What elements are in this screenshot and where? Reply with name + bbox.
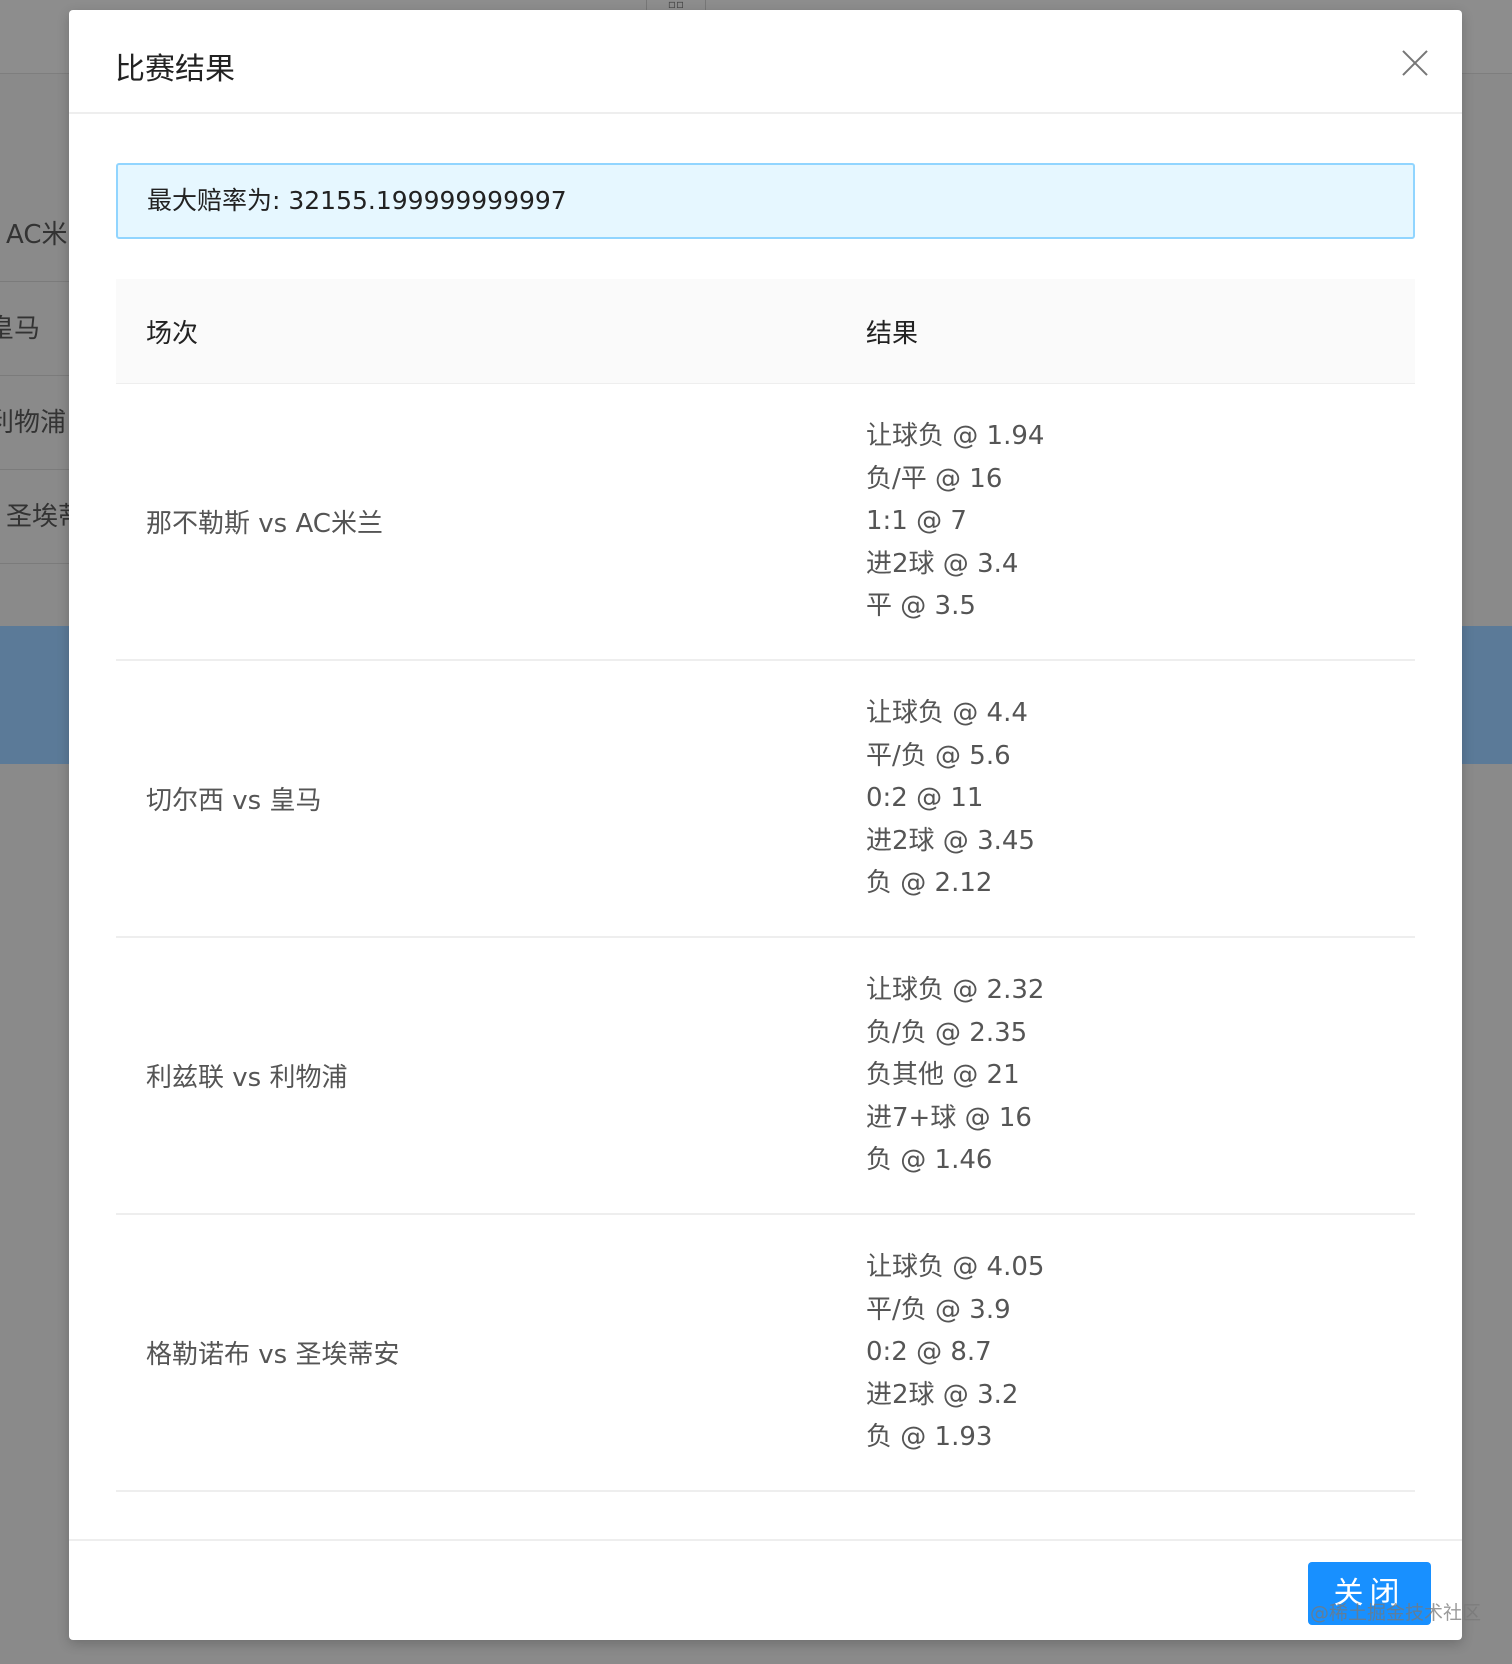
modal-footer: 关闭 — [69, 1539, 1462, 1640]
column-header-match: 场次 — [146, 318, 199, 349]
match-cell: 利兹联 vs 利物浦 — [146, 1063, 348, 1093]
results-modal: 比赛结果 最大赔率为: 32155.199999999997 场次 结果 那不勒… — [69, 10, 1462, 1640]
result-line: 让球负 @ 4.4 — [866, 698, 1028, 729]
result-line: 负 @ 1.46 — [866, 1145, 993, 1176]
match-cell: 格勒诺布 vs 圣埃蒂安 — [146, 1340, 400, 1370]
watermark: @稀土掘金技术社区 — [1310, 1602, 1482, 1624]
result-cell: 让球负 @ 1.94 负/平 @ 16 1:1 @ 7 进2球 @ 3.4 平 @ 3.… — [866, 415, 1415, 628]
result-cell: 让球负 @ 2.32 负/负 @ 2.35 负其他 @ 21 进7+球 @ 16 负 @… — [866, 969, 1415, 1182]
background-row: AC米 — [0, 188, 80, 282]
result-line: 让球负 @ 2.32 — [866, 975, 1045, 1006]
close-icon[interactable] — [1398, 46, 1432, 80]
column-header-result: 结果 — [866, 318, 919, 349]
result-line: 负/负 @ 2.35 — [866, 1017, 1028, 1048]
modal-title: 比赛结果 — [115, 52, 235, 87]
table-row: 格勒诺布 vs 圣埃蒂安 让球负 @ 4.05 平/负 @ 3.9 0:2 @ 8.7… — [116, 1215, 1415, 1492]
result-line: 0:2 @ 8.7 — [866, 1337, 992, 1368]
result-line: 让球负 @ 4.05 — [866, 1252, 1045, 1283]
result-line: 0:2 @ 11 — [866, 783, 984, 814]
result-line: 进2球 @ 3.45 — [866, 825, 1035, 856]
table-header: 场次 结果 — [116, 279, 1415, 384]
background-row: 利物浦 — [0, 376, 80, 470]
background-row: 皇马 — [0, 282, 80, 376]
match-cell: 那不勒斯 vs AC米兰 — [146, 509, 383, 539]
table-row: 切尔西 vs 皇马 让球负 @ 4.4 平/负 @ 5.6 0:2 @ 11 进2球 @… — [116, 661, 1415, 938]
result-line: 负 @ 1.93 — [866, 1422, 993, 1453]
result-line: 负 @ 2.12 — [866, 868, 993, 899]
result-line: 让球负 @ 1.94 — [866, 421, 1045, 452]
result-cell: 让球负 @ 4.05 平/负 @ 3.9 0:2 @ 8.7 进2球 @ 3.2 负 @… — [866, 1246, 1415, 1459]
result-line: 1:1 @ 7 — [866, 506, 967, 537]
match-cell: 切尔西 vs 皇马 — [146, 786, 322, 816]
result-line: 进2球 @ 3.2 — [866, 1379, 1019, 1410]
result-line: 负/平 @ 16 — [866, 463, 1003, 494]
result-cell: 让球负 @ 4.4 平/负 @ 5.6 0:2 @ 11 进2球 @ 3.45 负 @ … — [866, 692, 1415, 905]
modal-header: 比赛结果 — [69, 10, 1462, 114]
max-odds-alert: 最大赔率为: 32155.199999999997 — [116, 163, 1415, 239]
result-line: 进7+球 @ 16 — [866, 1102, 1032, 1133]
table-row: 那不勒斯 vs AC米兰 让球负 @ 1.94 负/平 @ 16 1:1 @ 7 进2球… — [116, 384, 1415, 661]
result-line: 进2球 @ 3.4 — [866, 548, 1019, 579]
results-table: 场次 结果 那不勒斯 vs AC米兰 让球负 @ 1.94 负/平 @ 16 1:1 … — [116, 279, 1415, 1492]
result-line: 负其他 @ 21 — [866, 1060, 1020, 1091]
result-line: 平/负 @ 3.9 — [866, 1294, 1011, 1325]
background-row: 圣埃蒂 — [0, 470, 80, 564]
result-line: 平 @ 3.5 — [866, 591, 976, 622]
result-line: 平/负 @ 5.6 — [866, 740, 1011, 771]
table-row: 利兹联 vs 利物浦 让球负 @ 2.32 负/负 @ 2.35 负其他 @ 21 进7… — [116, 938, 1415, 1215]
